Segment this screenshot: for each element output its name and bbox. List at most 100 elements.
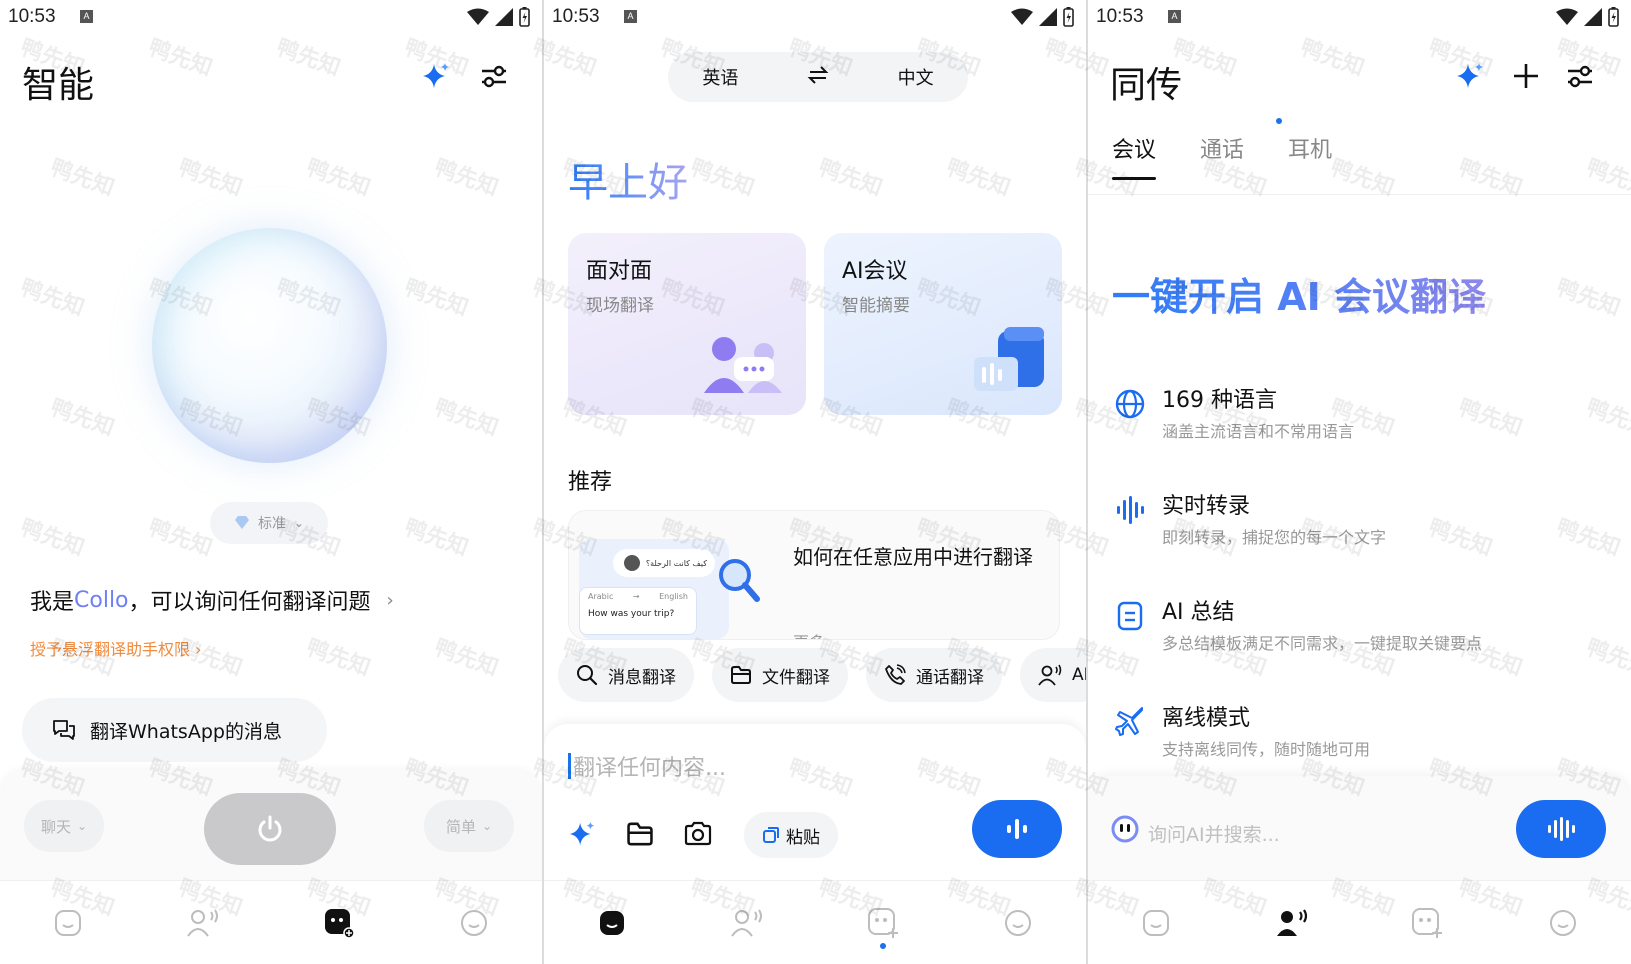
chat-mode-label: 聊天 — [40, 817, 71, 836]
status-icons — [1556, 7, 1619, 27]
tab-earphone[interactable]: 耳机 — [1288, 132, 1332, 180]
tab-call[interactable]: 通话 — [1200, 132, 1244, 180]
mode-selector[interactable]: 标准 ⌄ — [210, 502, 328, 544]
ask-ai-input[interactable]: 询问AI并搜索... — [1148, 820, 1280, 847]
style-selector[interactable]: 简单 ⌄ — [424, 800, 514, 852]
notification-badge: A — [80, 10, 93, 23]
translate-input[interactable]: 翻译任何内容... — [568, 750, 726, 782]
nav-intelligent[interactable] — [853, 893, 913, 953]
feature-subtitle: 支持离线同传，随时随地可用 — [1162, 740, 1371, 759]
person-voice-icon — [1038, 664, 1062, 686]
recommended-more: 更多 — [793, 629, 825, 639]
style-label: 简单 — [445, 817, 476, 836]
settings-button[interactable] — [1562, 58, 1598, 94]
status-time: 10:53 — [552, 6, 600, 27]
status-bar: 10:53 A — [0, 0, 542, 34]
person-voice-icon — [1276, 908, 1307, 936]
tab-meeting[interactable]: 会议 — [1112, 132, 1157, 180]
chevron-down-icon: ⌄ — [481, 819, 493, 833]
swap-icon[interactable] — [807, 65, 829, 90]
status-bar: 10:53 A — [544, 0, 1086, 34]
signal-icon — [1039, 8, 1057, 26]
recommended-card[interactable]: كيف كانت الرحلة؟ Arabic → English How was … — [568, 510, 1060, 640]
bottom-nav — [0, 880, 542, 964]
nav-profile[interactable] — [988, 893, 1048, 953]
conversation-illustration-icon — [704, 337, 782, 393]
status-bar: 10:53 A — [1088, 0, 1631, 34]
nav-interpret[interactable] — [1262, 893, 1322, 953]
sliders-icon — [1568, 65, 1592, 88]
smiley-icon — [461, 909, 488, 936]
bottom-nav — [1088, 880, 1631, 964]
settings-button[interactable] — [476, 58, 512, 94]
paste-button[interactable]: 粘贴 — [744, 812, 838, 858]
nav-home[interactable] — [1126, 893, 1186, 953]
smile-tile-icon — [54, 909, 81, 936]
intro-suffix: ，可以询问任何翻译问题 — [128, 590, 371, 615]
chat-mode-selector[interactable]: 聊天 ⌄ — [24, 800, 104, 852]
search-icon — [577, 665, 598, 686]
assistant-name: Collo — [74, 587, 129, 613]
diamond-icon — [234, 516, 249, 529]
camera-button[interactable] — [680, 816, 716, 852]
target-language[interactable]: 中文 — [898, 64, 934, 90]
assistant-intro[interactable]: 我是 Collo ，可以询问任何翻译问题 › — [30, 584, 394, 616]
sparkle-button[interactable] — [1452, 58, 1488, 94]
chip-file-translate[interactable]: 文件翻译 — [712, 648, 848, 702]
assistant-face-icon — [1111, 815, 1139, 843]
ai-meeting-card[interactable]: AI会议 智能摘要 — [824, 233, 1062, 415]
chip-message-translate[interactable]: 消息翻译 — [558, 648, 694, 702]
status-icons — [1011, 7, 1074, 27]
chat-plus-icon — [867, 907, 898, 938]
airplane-icon — [1115, 707, 1143, 736]
globe-icon — [1115, 389, 1145, 419]
nav-home[interactable] — [38, 893, 98, 953]
page-title: 智能 — [22, 65, 95, 106]
source-language[interactable]: 英语 — [702, 64, 738, 90]
suggestion-chip[interactable]: 翻译WhatsApp的消息 — [22, 698, 327, 762]
hero-heading: 一键开启 AI 会议翻译 — [1112, 266, 1486, 321]
chip-call-translate[interactable]: 通话翻译 — [866, 648, 1002, 702]
feature-subtitle: 即刻转录，捕捉您的每一个文字 — [1162, 528, 1387, 547]
card-subtitle: 现场翻译 — [586, 296, 654, 316]
nav-profile[interactable] — [1533, 893, 1593, 953]
nav-indicator-dot — [879, 942, 886, 949]
sparkle-button[interactable] — [418, 58, 454, 94]
nav-intelligent[interactable] — [1397, 893, 1457, 953]
nav-interpret[interactable] — [173, 893, 233, 953]
paste-label: 粘贴 — [786, 827, 820, 848]
battery-icon — [519, 7, 530, 27]
assistant-orb[interactable] — [152, 228, 387, 463]
status-time: 10:53 — [1096, 6, 1144, 27]
nav-profile[interactable] — [444, 893, 504, 953]
notification-badge: A — [1168, 10, 1181, 23]
nav-intelligent[interactable] — [309, 893, 369, 953]
smiley-icon — [1550, 909, 1577, 936]
magnifier-illustration-icon — [719, 559, 760, 602]
nav-home[interactable] — [582, 893, 642, 953]
file-button[interactable] — [622, 816, 658, 852]
power-button[interactable] — [204, 793, 336, 865]
smile-tile-icon — [1142, 909, 1169, 936]
translation-preview: كيف كانت الرحلة؟ Arabic → English How was … — [579, 539, 729, 639]
chevron-down-icon: ⌄ — [76, 819, 88, 833]
card-subtitle: 智能摘要 — [842, 296, 910, 316]
voice-button[interactable] — [1516, 800, 1606, 858]
suggestion-text: 翻译WhatsApp的消息 — [90, 720, 282, 743]
chat-bubbles-icon — [53, 720, 75, 740]
language-switcher: 英语 中文 — [668, 52, 968, 102]
battery-icon — [1063, 7, 1074, 27]
smiley-icon — [1005, 909, 1032, 936]
face-to-face-card[interactable]: 面对面 现场翻译 — [568, 233, 806, 415]
grant-permission-link[interactable]: 授予悬浮翻译助手权限 › — [30, 636, 202, 660]
voice-button[interactable] — [972, 800, 1062, 858]
tab-notification-dot — [1276, 118, 1282, 124]
english-translation: How was your trip? — [588, 609, 675, 619]
add-button[interactable] — [1508, 58, 1544, 94]
card-title: AI会议 — [842, 259, 908, 284]
feature-item: 169 种语言 涵盖主流语言和不常用语言 — [1112, 382, 1612, 462]
ask-ai-panel: 询问AI并搜索... — [1088, 776, 1631, 886]
ai-assist-button[interactable] — [564, 816, 600, 852]
chip-ai-interpret[interactable]: AI — [1020, 648, 1086, 702]
nav-interpret[interactable] — [717, 893, 777, 953]
